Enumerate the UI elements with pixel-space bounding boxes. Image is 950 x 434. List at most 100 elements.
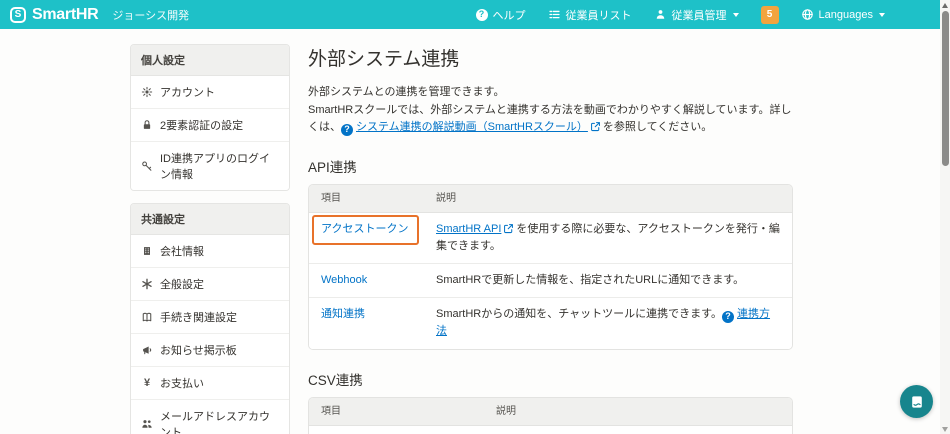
topnav-label: 従業員管理 xyxy=(671,9,727,22)
description-cell: 外部システムに取り込みやすい形式に従業員情報を変換するためのフォーマットを設定で… xyxy=(484,426,792,434)
section-title: CSV連携 xyxy=(308,372,363,388)
sidebar-item-label: ID連携アプリのログイン情報 xyxy=(160,153,270,181)
page-description: 外部システムとの連携を管理できます。 SmartHRスクールでは、外部システムと… xyxy=(308,84,793,137)
item-link[interactable]: Webhook xyxy=(321,274,367,286)
sidebar-item[interactable]: お知らせ掲示板 xyxy=(131,334,289,367)
item-link[interactable]: 通知連携 xyxy=(321,308,365,320)
scrollbar[interactable] xyxy=(940,0,950,434)
lock-icon xyxy=(141,119,153,131)
help-circle-icon: ? xyxy=(722,310,735,323)
integration-sections: API連携 項目 説明 アクセストークン SmartHR API を使用する際に必要な、ア… xyxy=(308,156,793,434)
intro-line-1: 外部システムとの連携を管理できます。 xyxy=(308,86,505,98)
gear-icon xyxy=(141,86,153,98)
list-icon xyxy=(548,8,561,21)
megaphone-icon xyxy=(141,344,153,356)
globe-icon xyxy=(801,8,814,21)
table-row: 通知連携 SmartHRからの通知を、チャットツールに連携できます。? 連携方法 xyxy=(309,298,792,349)
topbar-nav: ? ヘルプ 従業員リスト 従業員管理 5 Languages xyxy=(475,5,885,24)
external-link-icon xyxy=(590,121,601,132)
column-header: 説明 xyxy=(496,405,516,417)
notification-badge[interactable]: 5 xyxy=(760,5,779,24)
table-row: アクセストークン SmartHR API を使用する際に必要な、アクセストークンを発… xyxy=(309,213,792,265)
book-icon xyxy=(141,311,153,323)
sidebar-item[interactable]: 2要素認証の設定 xyxy=(131,109,289,142)
smarthr-app-window: S SmartHR ジョーシス開発 ? ヘルプ 従業員リスト 従業員管理 5 Langua… xyxy=(0,0,950,434)
smarthr-logo-text: SmartHR xyxy=(32,5,99,23)
text-link[interactable]: システム連携の解説動画（SmartHRスクール） xyxy=(356,121,588,133)
scrollbar-up-arrow[interactable] xyxy=(940,0,950,10)
sidebar-item-label: 2要素認証の設定 xyxy=(160,120,244,132)
smarthr-logo[interactable]: S SmartHR xyxy=(10,5,99,24)
text-link[interactable]: SmartHR API xyxy=(436,223,501,235)
smarthr-logo-icon: S xyxy=(10,6,26,23)
sidebar-section-title: 個人設定 xyxy=(131,45,289,76)
topnav-label: 従業員リスト xyxy=(565,9,632,22)
users-icon xyxy=(141,418,153,430)
external-link-icon xyxy=(503,223,514,234)
sidebar-item[interactable]: 会社情報 xyxy=(131,235,289,268)
topnav-item-languages[interactable]: Languages xyxy=(801,8,885,21)
chat-bubble-icon xyxy=(909,394,925,410)
building-icon xyxy=(141,245,153,257)
topnav-item-employee-list[interactable]: 従業員リスト xyxy=(548,7,632,23)
table-row: カスタムダウンロードフォーマット外部システムに取り込みやすい形式に従業員情報を変… xyxy=(309,426,792,434)
table-header-row: 項目 説明 xyxy=(309,397,792,427)
tenant-name: ジョーシス開発 xyxy=(112,9,190,22)
sidebar-item[interactable]: ¥ お支払い xyxy=(131,367,289,400)
description-text: SmartHRで更新した情報を、指定されたURLに通知できます。 xyxy=(436,274,745,287)
column-header: 項目 xyxy=(321,405,341,417)
help-circle-icon: ? xyxy=(341,123,353,136)
item-cell: カスタムダウンロードフォーマット xyxy=(309,426,484,434)
item-cell: アクセストークン xyxy=(309,213,424,263)
description-text: を参照してください。 xyxy=(602,121,713,134)
table-header-row: 項目 説明 xyxy=(309,184,792,214)
description-cell: SmartHR API を使用する際に必要な、アクセストークンを発行・編集できます… xyxy=(424,213,792,263)
integration-table: 項目 説明アクセストークン SmartHR API を使用する際に必要な、アクセストー… xyxy=(308,183,793,350)
chevron-down-icon xyxy=(732,12,739,17)
scrollbar-thumb[interactable] xyxy=(941,11,949,166)
item-cell: 通知連携 xyxy=(309,298,424,348)
sidebar-section-title: 共通設定 xyxy=(131,204,289,235)
description-text: SmartHRからの通知を、チャットツールに連携できます。 xyxy=(436,308,723,321)
topnav-item-employee-admin[interactable]: 従業員管理 xyxy=(654,7,739,23)
settings-icon xyxy=(141,278,153,290)
topbar: S SmartHR ジョーシス開発 ? ヘルプ 従業員リスト 従業員管理 5 Langua… xyxy=(0,0,940,29)
sidebar-item[interactable]: メールアドレスアカウント xyxy=(131,400,289,434)
chat-support-button[interactable] xyxy=(900,385,933,418)
column-header: 項目 xyxy=(321,192,341,204)
settings-sidebar: 個人設定アカウント 2要素認証の設定 ID連携アプリのログイン情報共通設定会社情報全… xyxy=(130,44,290,434)
intro-line-2: SmartHRスクールでは、外部システムと連携する方法を動画でわかりやすく解説し… xyxy=(308,104,791,136)
topnav-label: Languages xyxy=(818,8,873,21)
description-cell: SmartHRからの通知を、チャットツールに連携できます。? 連携方法 xyxy=(424,298,792,348)
sidebar-item-label: メールアドレスアカウント xyxy=(160,411,270,434)
scrollbar-down-arrow[interactable] xyxy=(940,424,950,434)
table-row: Webhook SmartHRで更新した情報を、指定されたURLに通知できます。 xyxy=(309,264,792,299)
item-cell: Webhook xyxy=(309,264,424,297)
topnav-label: ヘルプ xyxy=(492,9,526,22)
sidebar-item[interactable]: 全般設定 xyxy=(131,268,289,301)
column-header: 説明 xyxy=(436,192,456,204)
sidebar-item-label: 会社情報 xyxy=(160,246,204,258)
key-icon xyxy=(141,160,153,172)
description-cell: SmartHRで更新した情報を、指定されたURLに通知できます。 xyxy=(424,264,792,297)
sidebar-item-label: お知らせ掲示板 xyxy=(160,345,237,357)
sidebar-item[interactable]: 手続き関連設定 xyxy=(131,301,289,334)
sidebar-item-label: 手続き関連設定 xyxy=(160,312,237,324)
yen-icon: ¥ xyxy=(143,377,151,389)
integration-table: 項目 説明カスタムダウンロードフォーマット外部システムに取り込みやすい形式に従業員… xyxy=(308,396,793,434)
topnav-item-help[interactable]: ? ヘルプ xyxy=(475,7,526,23)
page-title: 外部システム連携 xyxy=(308,49,460,70)
sidebar-item[interactable]: ID連携アプリのログイン情報 xyxy=(131,142,289,190)
chevron-down-icon xyxy=(879,12,885,17)
sidebar-section: 個人設定アカウント 2要素認証の設定 ID連携アプリのログイン情報 xyxy=(130,44,290,191)
item-link[interactable]: アクセストークン xyxy=(321,223,408,235)
sidebar-item-label: お支払い xyxy=(160,378,204,390)
section-title: API連携 xyxy=(308,159,357,175)
main-content: 外部システム連携 外部システムとの連携を管理できます。 SmartHRスクールで… xyxy=(308,44,793,434)
sidebar-item[interactable]: アカウント xyxy=(131,76,289,109)
sidebar-item-label: アカウント xyxy=(160,87,215,99)
sidebar-item-label: 全般設定 xyxy=(160,279,204,291)
help-circle-icon: ? xyxy=(475,8,488,21)
person-icon xyxy=(654,8,667,21)
sidebar-section: 共通設定会社情報全般設定手続き関連設定 お知らせ掲示板 ¥ お支払いメールアドレスアカ… xyxy=(130,203,290,434)
